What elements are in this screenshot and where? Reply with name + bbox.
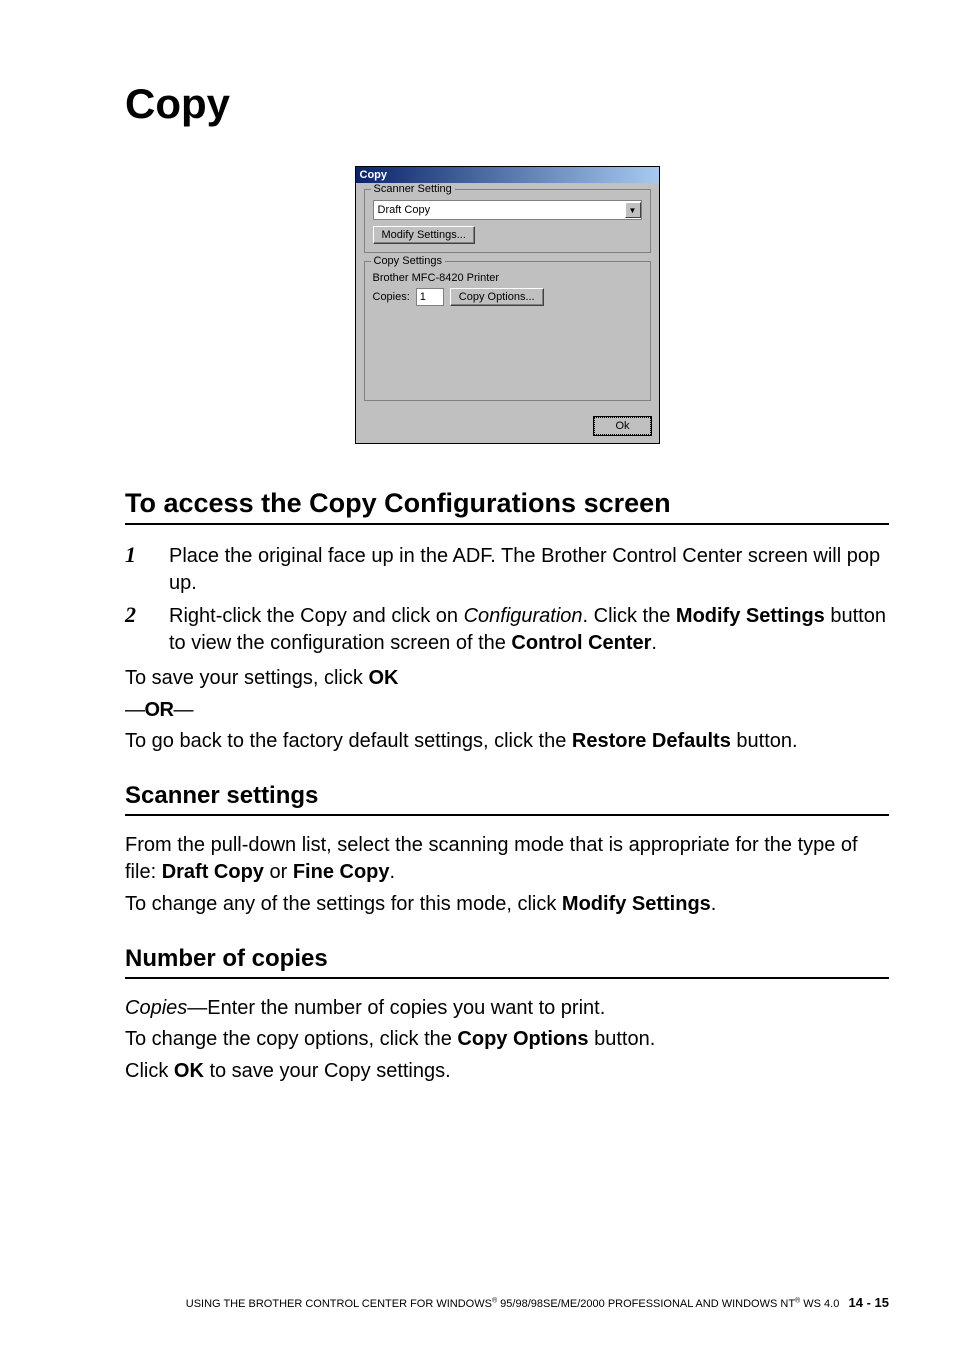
paragraph: To change any of the settings for this m… <box>125 891 889 919</box>
step-number: 2 <box>125 603 169 627</box>
text: . <box>651 632 657 654</box>
text: button. <box>731 730 798 752</box>
scanner-setting-legend: Scanner Setting <box>371 183 455 195</box>
text: Copy Options <box>457 1028 588 1050</box>
text: . <box>390 861 396 883</box>
text: Modify Settings <box>676 605 825 627</box>
chevron-down-icon[interactable]: ▼ <box>625 202 641 218</box>
dialog-titlebar: Copy <box>356 167 659 183</box>
text: or <box>264 861 293 883</box>
text: To save your settings, click <box>125 667 368 689</box>
text: Modify Settings <box>562 893 711 915</box>
printer-name: Brother MFC-8420 Printer <box>373 272 642 284</box>
paragraph: —OR— <box>125 697 889 725</box>
paragraph: From the pull-down list, select the scan… <box>125 832 889 887</box>
step-number: 1 <box>125 543 169 567</box>
text: Configuration <box>464 605 583 627</box>
text: To go back to the factory default settin… <box>125 730 572 752</box>
list-item: 1 Place the original face up in the ADF.… <box>125 543 889 597</box>
copies-label: Copies: <box>373 291 410 303</box>
modify-settings-button[interactable]: Modify Settings... <box>373 226 475 244</box>
paragraph: To go back to the factory default settin… <box>125 728 889 756</box>
text: To change the copy options, click the <box>125 1028 457 1050</box>
page-title: Copy <box>125 80 889 128</box>
section-heading-access: To access the Copy Configurations screen <box>125 488 889 525</box>
list-item: 2 Right-click the Copy and click on Conf… <box>125 603 889 657</box>
paragraph: To change the copy options, click the Co… <box>125 1026 889 1054</box>
text: —Enter the number of copies you want to … <box>187 997 605 1019</box>
text: Draft Copy <box>162 861 264 883</box>
footer-text: WS 4.0 <box>800 1298 839 1310</box>
footer-text: 95/98/98SE/ME/2000 PROFESSIONAL AND WIND… <box>497 1298 795 1310</box>
text: . Click the <box>583 605 676 627</box>
page-footer: USING THE BROTHER CONTROL CENTER FOR WIN… <box>0 1295 954 1310</box>
copies-input[interactable] <box>416 288 444 306</box>
scanner-mode-dropdown[interactable]: Draft Copy ▼ <box>373 200 642 220</box>
scanner-mode-value: Draft Copy <box>378 204 431 216</box>
ok-button[interactable]: Ok <box>594 417 650 435</box>
footer-text: USING THE BROTHER CONTROL CENTER FOR WIN… <box>186 1298 492 1310</box>
copy-dialog: Copy Scanner Setting Draft Copy ▼ Modify… <box>355 166 660 444</box>
copy-settings-legend: Copy Settings <box>371 255 445 267</box>
text: To change any of the settings for this m… <box>125 893 562 915</box>
text: Restore Defaults <box>572 730 731 752</box>
scanner-setting-fieldset: Scanner Setting Draft Copy ▼ Modify Sett… <box>364 189 651 253</box>
text: Control Center <box>511 632 651 654</box>
text: Fine Copy <box>293 861 390 883</box>
paragraph: Click OK to save your Copy settings. <box>125 1058 889 1086</box>
text: Right-click the Copy and click on <box>169 605 464 627</box>
text: OK <box>174 1060 204 1082</box>
steps-list: 1 Place the original face up in the ADF.… <box>125 543 889 657</box>
text: button. <box>589 1028 656 1050</box>
paragraph: Copies—Enter the number of copies you wa… <box>125 995 889 1023</box>
step-text: Place the original face up in the ADF. T… <box>169 543 889 597</box>
text: OK <box>368 667 398 689</box>
text: —OR— <box>125 699 193 721</box>
text: . <box>711 893 717 915</box>
copy-options-button[interactable]: Copy Options... <box>450 288 544 306</box>
text: Click <box>125 1060 174 1082</box>
section-heading-scanner: Scanner settings <box>125 782 889 816</box>
step-text: Right-click the Copy and click on Config… <box>169 603 889 657</box>
text: Copies <box>125 997 187 1019</box>
text: to save your Copy settings. <box>204 1060 451 1082</box>
paragraph: To save your settings, click OK <box>125 665 889 693</box>
copy-settings-fieldset: Copy Settings Brother MFC-8420 Printer C… <box>364 261 651 401</box>
section-heading-copies: Number of copies <box>125 945 889 979</box>
page-number: 14 - 15 <box>849 1295 889 1310</box>
